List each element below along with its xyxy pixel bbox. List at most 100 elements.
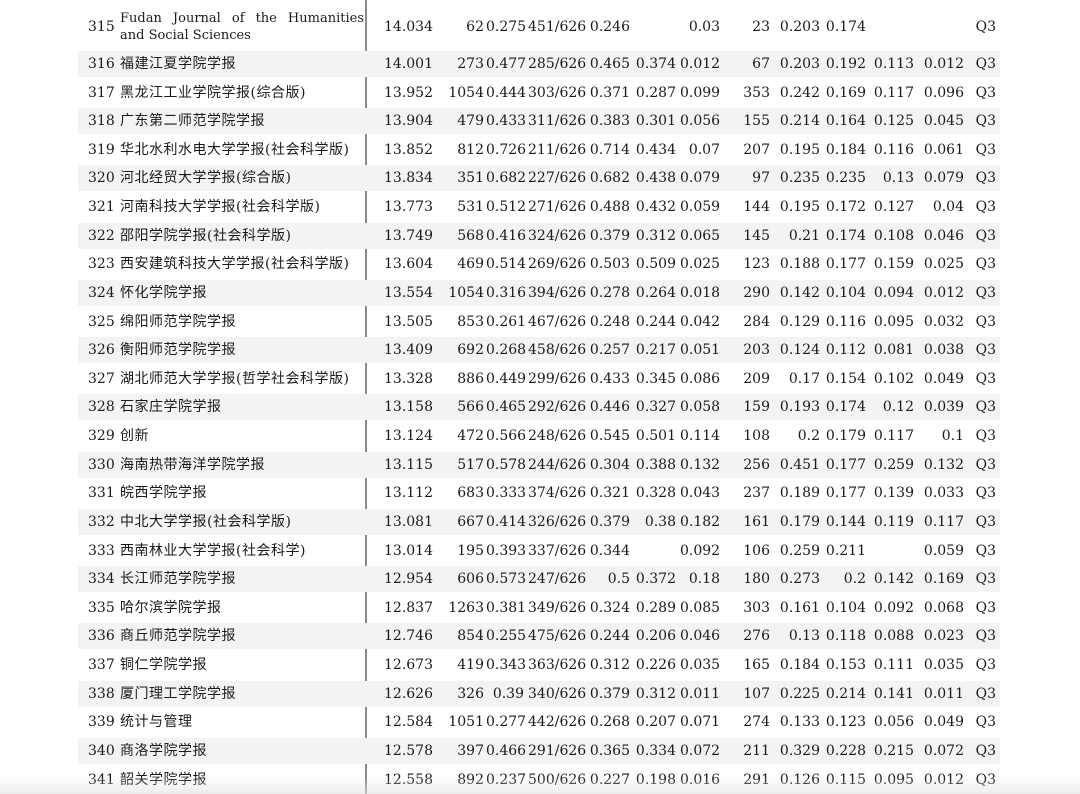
value-cell: 0.237 <box>486 771 527 788</box>
value-cell: 0.012 <box>923 284 964 301</box>
value-cell: 0.214 <box>779 113 820 130</box>
value-cell: 0.235 <box>825 170 866 187</box>
value-cell: 667 <box>457 513 484 530</box>
value-cell: 0.169 <box>923 571 964 588</box>
quartile-cell: Q3 <box>975 542 996 559</box>
quartile-cell: Q3 <box>975 256 996 273</box>
value-cell: 0.225 <box>779 685 820 702</box>
value-cell: 0.365 <box>589 742 630 759</box>
value-cell: 276 <box>743 628 770 645</box>
value-cell: 0.321 <box>589 485 630 502</box>
value-cell: 692 <box>457 342 484 359</box>
value-cell: 0.108 <box>873 227 914 244</box>
value-cell: 13.158 <box>384 399 433 416</box>
table-row: 330 海南热带海洋学院学报 13.115 517 0.578 244/626 0.304 0… <box>0 451 1000 479</box>
rank-ratio-cell: 247/626 <box>528 571 587 588</box>
rank-ratio-cell: 374/626 <box>528 485 587 502</box>
value-cell: 0.043 <box>680 485 721 502</box>
value-cell: 13.852 <box>384 141 433 158</box>
value-cell: 195 <box>457 542 484 559</box>
journal-name-cell: 湖北师范大学学报(哲学社会科学版) <box>120 370 350 387</box>
journal-name-cell: 商丘师范学院学报 <box>120 628 236 645</box>
value-cell: 12.578 <box>384 742 433 759</box>
value-cell: 0.072 <box>923 742 964 759</box>
rank-cell: 329 <box>88 428 115 445</box>
rank-cell: 320 <box>88 170 115 187</box>
value-cell: 0.099 <box>680 84 721 101</box>
value-cell: 0.316 <box>486 284 527 301</box>
value-cell: 13.554 <box>384 284 433 301</box>
value-cell: 0.095 <box>873 313 914 330</box>
value-cell: 13.749 <box>384 227 433 244</box>
rank-ratio-cell: 211/626 <box>528 141 587 158</box>
table-row: 327 湖北师范大学学报(哲学社会科学版) 13.328 886 0.449 299/62… <box>0 365 1000 393</box>
quartile-cell: Q3 <box>975 370 996 387</box>
value-cell: 0.304 <box>589 456 630 473</box>
value-cell: 0.466 <box>486 742 527 759</box>
value-cell: 123 <box>743 256 770 273</box>
quartile-cell: Q3 <box>975 342 996 359</box>
quartile-cell: Q3 <box>975 456 996 473</box>
quartile-cell: Q3 <box>975 657 996 674</box>
value-cell: 0.07 <box>688 141 720 158</box>
value-cell: 0.012 <box>923 771 964 788</box>
journal-name-cell: 福建江夏学院学报 <box>120 56 236 72</box>
value-cell: 0.114 <box>680 428 721 445</box>
value-cell: 12.837 <box>384 599 433 616</box>
quartile-cell: Q3 <box>975 199 996 216</box>
value-cell: 0.312 <box>635 227 676 244</box>
rank-cell: 325 <box>88 313 115 330</box>
value-cell: 0.118 <box>825 628 866 645</box>
value-cell: 274 <box>743 714 770 731</box>
value-cell: 291 <box>743 771 770 788</box>
table-row: 323 西安建筑科技大学学报(社会科学版) 13.604 469 0.514 269/62… <box>0 250 1000 278</box>
value-cell: 0.132 <box>923 456 964 473</box>
value-cell: 0.18 <box>688 571 720 588</box>
value-cell: 0.179 <box>779 513 820 530</box>
journal-name-cell: 衡阳师范学院学报 <box>120 342 236 359</box>
value-cell: 0.161 <box>779 599 820 616</box>
value-cell: 0.242 <box>779 84 820 101</box>
value-cell: 0.13 <box>788 628 820 645</box>
value-cell: 0.111 <box>873 657 914 674</box>
rank-ratio-cell: 285/626 <box>528 56 587 72</box>
value-cell: 0.246 <box>589 19 630 35</box>
value-cell: 479 <box>457 113 484 130</box>
rank-ratio-cell: 303/626 <box>528 84 587 101</box>
journal-name-cell: 西南林业大学学报(社会科学) <box>120 542 306 559</box>
value-cell: 0.371 <box>589 84 630 101</box>
value-cell: 0.065 <box>680 227 721 244</box>
value-cell: 0.094 <box>873 284 914 301</box>
value-cell: 606 <box>457 571 484 588</box>
value-cell: 0.129 <box>779 313 820 330</box>
value-cell: 0.1 <box>941 428 964 445</box>
value-cell: 0.509 <box>635 256 676 273</box>
quartile-cell: Q3 <box>975 170 996 187</box>
journal-name-cell: 哈尔滨学院学报 <box>120 599 222 616</box>
rank-ratio-cell: 292/626 <box>528 399 587 416</box>
value-cell: 0.257 <box>589 342 630 359</box>
rank-ratio-cell: 500/626 <box>528 771 587 788</box>
value-cell: 0.214 <box>825 685 866 702</box>
value-cell: 351 <box>457 170 484 187</box>
rank-cell: 322 <box>88 227 115 244</box>
value-cell: 108 <box>743 428 770 445</box>
quartile-cell: Q3 <box>975 599 996 616</box>
rank-cell: 335 <box>88 599 115 616</box>
value-cell: 0.012 <box>680 56 721 72</box>
value-cell: 568 <box>457 227 484 244</box>
value-cell: 0.301 <box>635 113 676 130</box>
value-cell: 0.011 <box>923 685 964 702</box>
rank-ratio-cell: 451/626 <box>528 19 587 35</box>
table-row: 340 商洛学院学报 12.578 397 0.466 291/626 0.365 0.334… <box>0 737 1000 765</box>
journal-name-cell: 商洛学院学报 <box>120 742 207 759</box>
quartile-cell: Q3 <box>975 56 996 72</box>
value-cell: 0.682 <box>589 170 630 187</box>
table-row: 320 河北经贸大学学报(综合版) 13.834 351 0.682 227/626 0.6… <box>0 164 1000 192</box>
rank-ratio-cell: 311/626 <box>528 113 587 130</box>
value-cell: 0.116 <box>825 313 866 330</box>
value-cell: 13.014 <box>384 542 433 559</box>
value-cell: 0.217 <box>635 342 676 359</box>
value-cell: 419 <box>457 657 484 674</box>
value-cell: 0.268 <box>589 714 630 731</box>
